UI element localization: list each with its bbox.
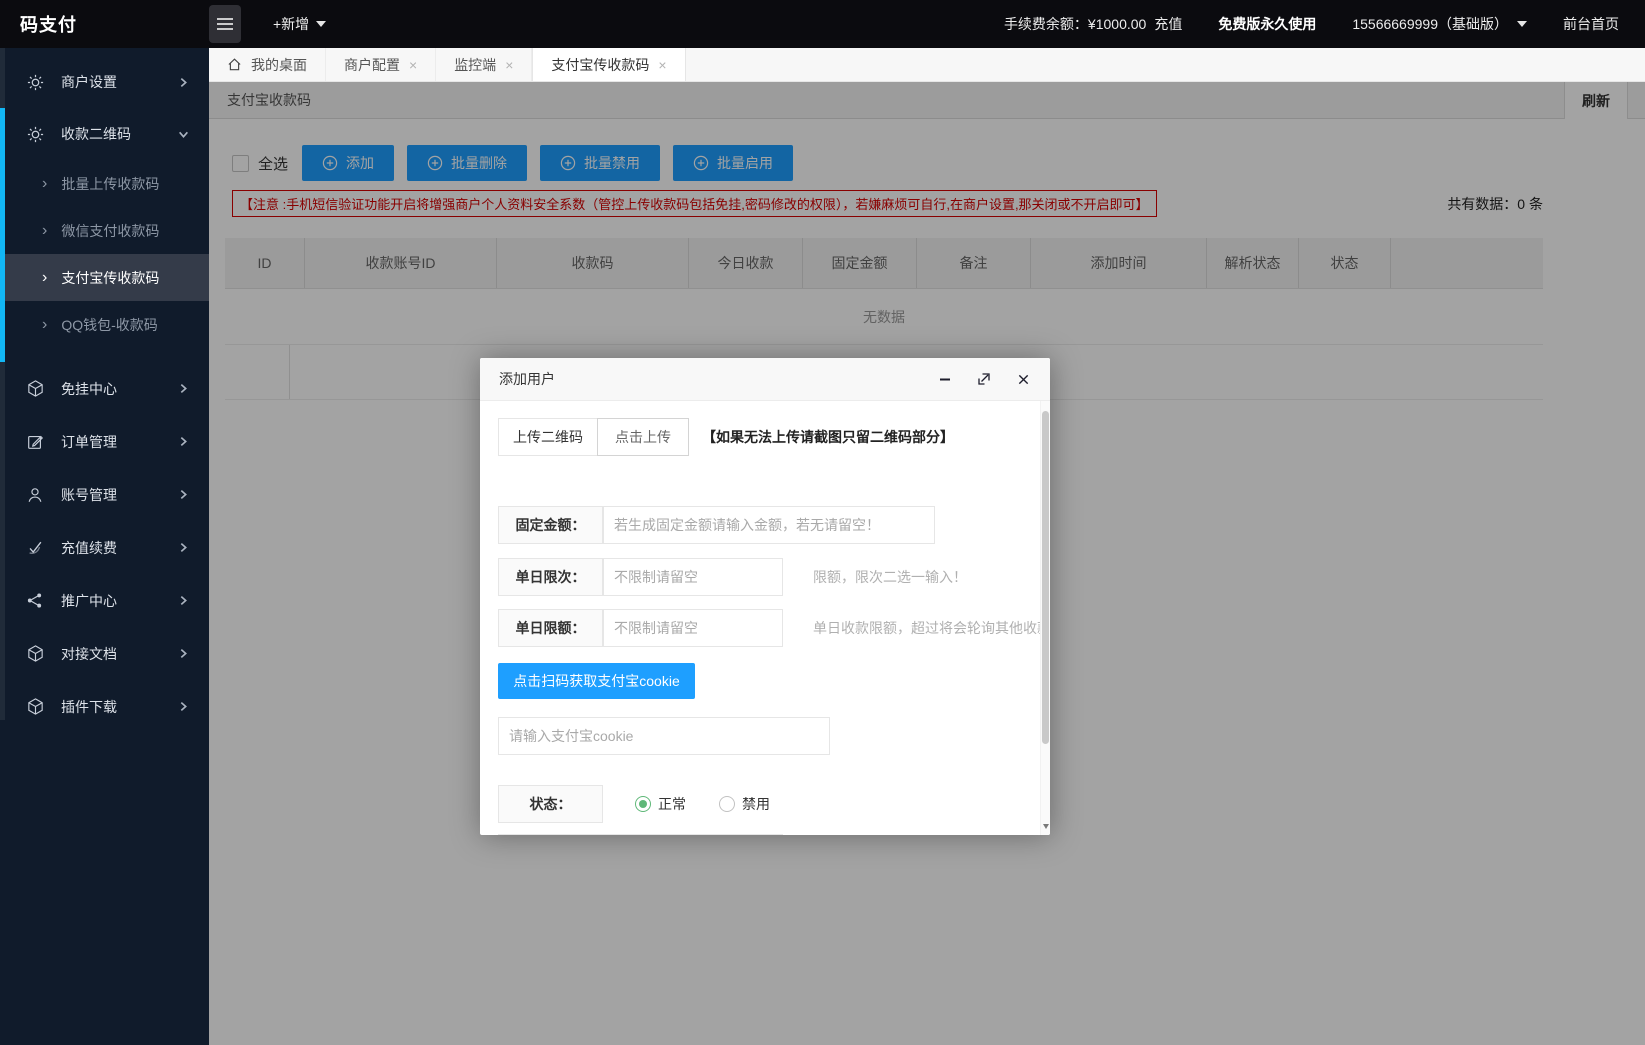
scan-cookie-button[interactable]: 点击扫码获取支付宝cookie — [498, 663, 695, 699]
sidebar-item-promotion-center[interactable]: 推广中心 — [0, 574, 209, 627]
daily-times-row: 单日限次： 限额，限次二选一输入！ — [498, 558, 1040, 596]
chevron-down-icon — [178, 129, 189, 140]
upload-qrcode-label: 上传二维码 — [498, 418, 598, 456]
upload-row: 上传二维码 点击上传 【如果无法上传请截图只留二维码部分】 — [498, 418, 1040, 456]
clipped-input[interactable] — [603, 834, 783, 835]
sidebar-item-alipay-code[interactable]: 支付宝传收款码 — [0, 254, 209, 301]
front-home-link[interactable]: 前台首页 — [1563, 14, 1619, 34]
home-icon — [227, 57, 242, 72]
minimize-button[interactable] — [937, 371, 953, 387]
upload-button[interactable]: 点击上传 — [597, 418, 689, 456]
modal-body: 上传二维码 点击上传 【如果无法上传请截图只留二维码部分】 固定金额： 单日限次… — [480, 401, 1040, 835]
sidebar-item-order-management[interactable]: 订单管理 — [0, 415, 209, 468]
cookie-input[interactable] — [498, 717, 830, 755]
sidebar-item-free-hang-center[interactable]: 免挂中心 — [0, 362, 209, 415]
sidebar-item-recharge-renewal[interactable]: 充值续费 — [0, 521, 209, 574]
daily-times-hint: 限额，限次二选一输入！ — [813, 567, 967, 587]
modal-title-bar[interactable]: 添加用户 — [480, 358, 1050, 401]
fixed-amount-row: 固定金额： — [498, 506, 1040, 544]
fee-balance-text: 手续费余额：¥1000.00 — [1004, 14, 1146, 34]
scrollbar-thumb[interactable] — [1042, 411, 1049, 744]
tab-monitor[interactable]: 监控端 — [436, 48, 532, 81]
topbar-right-group: 手续费余额：¥1000.00 充值 免费版永久使用 15566669999（基础… — [1004, 14, 1645, 34]
upload-hint: 【如果无法上传请截图只留二维码部分】 — [702, 427, 954, 447]
sidebar-item-qq-wallet-code[interactable]: QQ钱包-收款码 — [0, 301, 209, 348]
chevron-right-icon — [178, 436, 189, 447]
status-normal-radio[interactable]: 正常 — [635, 794, 686, 814]
tab-alipay-code[interactable]: 支付宝传收款码 — [532, 48, 685, 81]
tab-bar: 我的桌面 商户配置 监控端 支付宝传收款码 — [209, 48, 1645, 82]
cube-icon — [26, 644, 46, 664]
sidebar: 商户设置 收款二维码 批量上传收款码 微信支付收款码 支付宝传收款码 QQ钱包-… — [0, 48, 209, 1045]
fixed-amount-label: 固定金额： — [498, 506, 603, 544]
fee-balance: 手续费余额：¥1000.00 充值 — [1004, 14, 1182, 34]
sidebar-item-qrcode-group[interactable]: 收款二维码 — [0, 108, 209, 160]
add-user-modal: 添加用户 上传二维码 点击上传 【如果无法上传请截图只留二维码部分】 固定金额： — [480, 358, 1050, 835]
fixed-amount-input[interactable] — [603, 506, 935, 544]
close-icon[interactable] — [658, 57, 666, 73]
close-icon[interactable] — [505, 57, 513, 73]
scrollbar-down-arrow[interactable] — [1043, 824, 1049, 829]
chevron-right-icon — [178, 383, 189, 394]
chevron-right-icon — [178, 489, 189, 500]
new-add-menu[interactable]: +新增 — [273, 14, 326, 34]
chevron-right-icon — [178, 77, 189, 88]
modal-title: 添加用户 — [499, 369, 555, 389]
chevron-right-icon — [178, 648, 189, 659]
free-version-badge: 免费版永久使用 — [1218, 14, 1316, 34]
cube-icon — [26, 697, 46, 717]
daily-quota-label: 单日限额： — [498, 609, 603, 647]
chevron-down-icon — [1517, 21, 1527, 27]
sidebar-item-batch-upload-code[interactable]: 批量上传收款码 — [0, 160, 209, 207]
daily-quota-input[interactable] — [603, 609, 783, 647]
active-group-indicator — [0, 108, 5, 362]
check-icon — [26, 538, 46, 558]
close-icon[interactable] — [1015, 371, 1031, 387]
tab-my-desktop[interactable]: 我的桌面 — [209, 48, 326, 81]
chevron-right-icon — [178, 701, 189, 712]
account-menu[interactable]: 15566669999（基础版） — [1352, 14, 1527, 34]
chevron-right-icon — [178, 595, 189, 606]
tab-merchant-config[interactable]: 商户配置 — [326, 48, 436, 81]
share-icon — [26, 591, 46, 611]
daily-times-input[interactable] — [603, 558, 783, 596]
status-disabled-radio[interactable]: 禁用 — [719, 794, 770, 814]
radio-icon — [719, 796, 735, 812]
gear-icon — [26, 72, 46, 92]
clipped-row — [498, 834, 1040, 835]
chevron-right-icon — [178, 542, 189, 553]
daily-quota-hint: 单日收款限额，超过将会轮询其他收款码！ — [813, 618, 1040, 638]
status-label: 状态： — [498, 785, 603, 823]
status-row: 状态： 正常 禁用 — [498, 785, 1040, 823]
radio-icon — [635, 796, 651, 812]
recharge-link[interactable]: 充值 — [1154, 14, 1182, 34]
daily-times-label: 单日限次： — [498, 558, 603, 596]
sidebar-item-account-management[interactable]: 账号管理 — [0, 468, 209, 521]
gear-icon — [26, 124, 46, 144]
sidebar-submenu: 批量上传收款码 微信支付收款码 支付宝传收款码 QQ钱包-收款码 — [0, 160, 209, 348]
edit-icon — [26, 432, 46, 452]
modal-scrollbar[interactable] — [1040, 401, 1050, 835]
user-icon — [26, 485, 46, 505]
sidebar-item-wechat-code[interactable]: 微信支付收款码 — [0, 207, 209, 254]
sidebar-item-plugin-download[interactable]: 插件下载 — [0, 680, 209, 733]
chevron-down-icon — [316, 21, 326, 27]
cube-icon — [26, 379, 46, 399]
hamburger-icon — [216, 17, 234, 31]
top-header-bar: 码支付 +新增 手续费余额：¥1000.00 充值 免费版永久使用 155666… — [0, 0, 1645, 48]
sidebar-item-api-docs[interactable]: 对接文档 — [0, 627, 209, 680]
daily-quota-row: 单日限额： 单日收款限额，超过将会轮询其他收款码！ — [498, 609, 1040, 647]
sidebar-toggle-button[interactable] — [209, 5, 241, 43]
maximize-button[interactable] — [976, 371, 992, 387]
close-icon[interactable] — [409, 57, 417, 73]
sidebar-item-merchant-settings[interactable]: 商户设置 — [0, 56, 209, 108]
app-logo: 码支付 — [0, 11, 209, 37]
clipped-label — [498, 834, 603, 835]
